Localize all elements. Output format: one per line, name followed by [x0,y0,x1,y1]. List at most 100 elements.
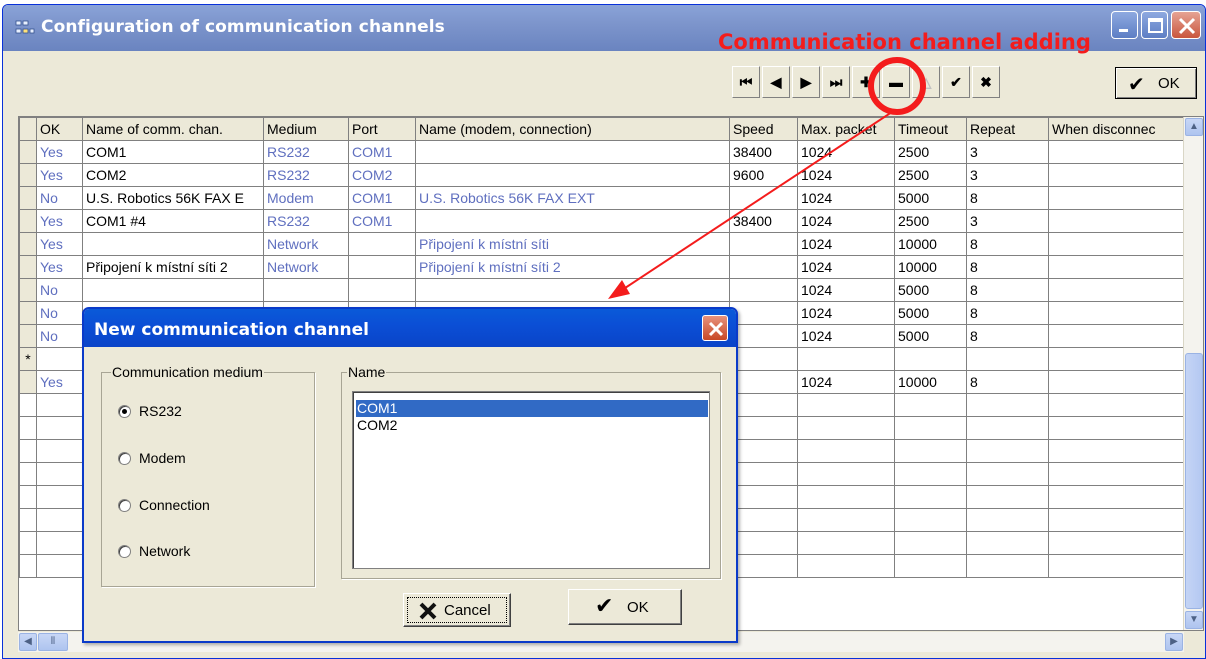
cell-when-disconnected[interactable] [1048,324,1189,348]
cell-repeat[interactable]: 8 [966,278,1049,302]
cell-medium[interactable]: RS232 [263,163,349,187]
cell-conn[interactable]: U.S. Robotics 56K FAX EXT [415,186,730,210]
scroll-down-icon[interactable]: ▼ [1185,611,1203,629]
col-header[interactable]: Speed [729,117,798,141]
cell-max[interactable]: 1024 [797,209,895,233]
cell-medium[interactable] [263,278,349,302]
col-header[interactable]: When disconnec [1048,117,1189,141]
row-indicator[interactable] [19,140,37,164]
first-record-button[interactable]: ⏮ [732,66,760,98]
cell-timeout[interactable]: 10000 [894,255,967,279]
cell-ok[interactable] [36,347,83,371]
cell-ok[interactable]: No [36,278,83,302]
radio-modem[interactable]: Modem [118,450,186,466]
scroll-left-icon[interactable]: ◀ [19,633,37,651]
cell-conn[interactable] [415,209,730,233]
cell-name[interactable]: COM1 #4 [82,209,264,233]
cell-port[interactable] [348,255,416,279]
cell-ok[interactable]: Yes [36,370,83,394]
radio-connection[interactable]: Connection [118,497,210,513]
cell-max[interactable]: 1024 [797,370,895,394]
cell-conn[interactable] [415,140,730,164]
cell-ok[interactable]: No [36,324,83,348]
cell-speed[interactable] [729,232,798,256]
table-row[interactable]: Yes Network Připojení k místní síti 1024 100… [19,232,1189,256]
cell-repeat[interactable]: 8 [966,370,1049,394]
cell-speed[interactable] [729,301,798,325]
maximize-button[interactable] [1141,11,1168,39]
table-row[interactable]: No 1024 5000 8 [19,278,1189,302]
last-record-button[interactable]: ⏭ [822,66,850,98]
cell-name[interactable]: COM1 [82,140,264,164]
cell-conn[interactable]: Připojení k místní síti [415,232,730,256]
cell-max[interactable]: 1024 [797,186,895,210]
cell-max[interactable]: 1024 [797,163,895,187]
cell-name[interactable]: Připojení k místní síti 2 [82,255,264,279]
cell-speed[interactable] [729,347,798,371]
cell-repeat[interactable] [966,347,1049,371]
cell-ok[interactable]: Yes [36,232,83,256]
cell-timeout[interactable]: 2500 [894,209,967,233]
radio-network[interactable]: Network [118,543,190,559]
cell-repeat[interactable]: 3 [966,209,1049,233]
cell-timeout[interactable]: 10000 [894,370,967,394]
scroll-thumb[interactable] [1185,353,1203,609]
cell-repeat[interactable]: 3 [966,163,1049,187]
col-header[interactable]: Name (modem, connection) [415,117,730,141]
col-header[interactable]: OK [36,117,83,141]
row-indicator[interactable] [19,255,37,279]
cell-conn[interactable] [415,163,730,187]
insert-record-button[interactable]: ✚ [852,66,880,98]
row-indicator[interactable] [19,163,37,187]
cell-speed[interactable]: 38400 [729,140,798,164]
cell-ok[interactable]: Yes [36,163,83,187]
row-indicator[interactable] [19,370,37,394]
cell-name[interactable] [82,278,264,302]
col-header[interactable]: Timeout [894,117,967,141]
table-row[interactable]: Yes COM1 RS232 COM1 38400 1024 2500 3 [19,140,1189,164]
table-row[interactable]: Yes COM2 RS232 COM2 9600 1024 2500 3 [19,163,1189,187]
cell-when-disconnected[interactable] [1048,209,1189,233]
cell-timeout[interactable]: 2500 [894,163,967,187]
cell-medium[interactable]: Modem [263,186,349,210]
row-indicator[interactable] [19,301,37,325]
cell-medium[interactable]: Network [263,255,349,279]
cell-ok[interactable]: Yes [36,255,83,279]
cell-name[interactable]: COM2 [82,163,264,187]
vertical-scrollbar[interactable]: ▲ ▼ [1183,117,1203,630]
table-row[interactable]: Yes COM1 #4 RS232 COM1 38400 1024 2500 3 [19,209,1189,233]
cell-max[interactable]: 1024 [797,301,895,325]
cell-ok[interactable]: Yes [36,209,83,233]
cell-max[interactable]: 1024 [797,255,895,279]
cell-repeat[interactable]: 8 [966,186,1049,210]
cell-port[interactable]: COM1 [348,186,416,210]
cell-timeout[interactable]: 2500 [894,140,967,164]
cell-timeout[interactable]: 5000 [894,278,967,302]
cell-repeat[interactable]: 8 [966,255,1049,279]
cell-when-disconnected[interactable] [1048,347,1189,371]
edit-record-button[interactable]: △ [912,66,940,98]
cell-when-disconnected[interactable] [1048,301,1189,325]
cell-timeout[interactable] [894,347,967,371]
cell-ok[interactable]: Yes [36,140,83,164]
cancel-button[interactable]: Cancel [403,593,511,627]
delete-record-button[interactable]: ▬ [882,66,910,98]
dialog-ok-button[interactable]: ✔ OK [568,589,682,625]
cell-medium[interactable]: RS232 [263,209,349,233]
list-item[interactable]: COM1 [356,400,708,417]
col-header[interactable]: Repeat [966,117,1049,141]
cell-repeat[interactable]: 3 [966,140,1049,164]
cancel-record-button[interactable]: ✖ [972,66,1000,98]
cell-speed[interactable] [729,370,798,394]
cell-speed[interactable] [729,255,798,279]
cell-medium[interactable]: RS232 [263,140,349,164]
row-indicator[interactable] [19,324,37,348]
cell-ok[interactable]: No [36,186,83,210]
scroll-right-icon[interactable]: ▶ [1165,633,1183,651]
cell-when-disconnected[interactable] [1048,186,1189,210]
cell-repeat[interactable]: 8 [966,232,1049,256]
cell-max[interactable]: 1024 [797,140,895,164]
ok-button[interactable]: ✔ OK [1115,67,1197,99]
next-record-button[interactable]: ▶ [792,66,820,98]
cell-max[interactable]: 1024 [797,324,895,348]
